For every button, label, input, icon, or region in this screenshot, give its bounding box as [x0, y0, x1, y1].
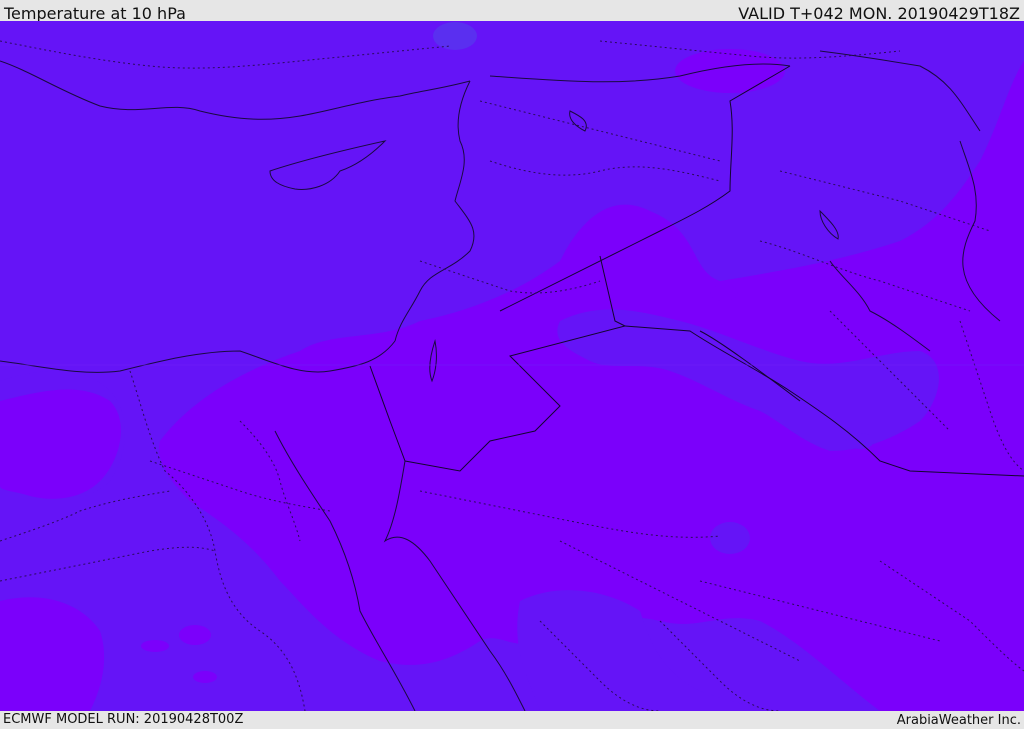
weather-map-page: Temperature at 10 hPa VALID T+042 MON. 2… — [0, 0, 1024, 729]
temperature-map — [0, 21, 1024, 711]
map-canvas — [0, 21, 1024, 711]
cold-spot — [710, 285, 738, 301]
cold-spot — [846, 433, 874, 449]
cold-spot — [141, 640, 169, 652]
cold-spot — [433, 22, 477, 50]
model-run-label: ECMWF MODEL RUN: 20190428T00Z — [3, 712, 244, 727]
footer-bar: ECMWF MODEL RUN: 20190428T00Z ArabiaWeat… — [0, 711, 1024, 729]
provider-label: ArabiaWeather Inc. — [896, 713, 1021, 728]
header-bar: Temperature at 10 hPa VALID T+042 MON. 2… — [0, 0, 1024, 23]
cold-spot — [179, 625, 211, 645]
cold-spot — [710, 522, 750, 554]
cold-spot — [193, 671, 217, 683]
warm-spot — [675, 49, 785, 93]
